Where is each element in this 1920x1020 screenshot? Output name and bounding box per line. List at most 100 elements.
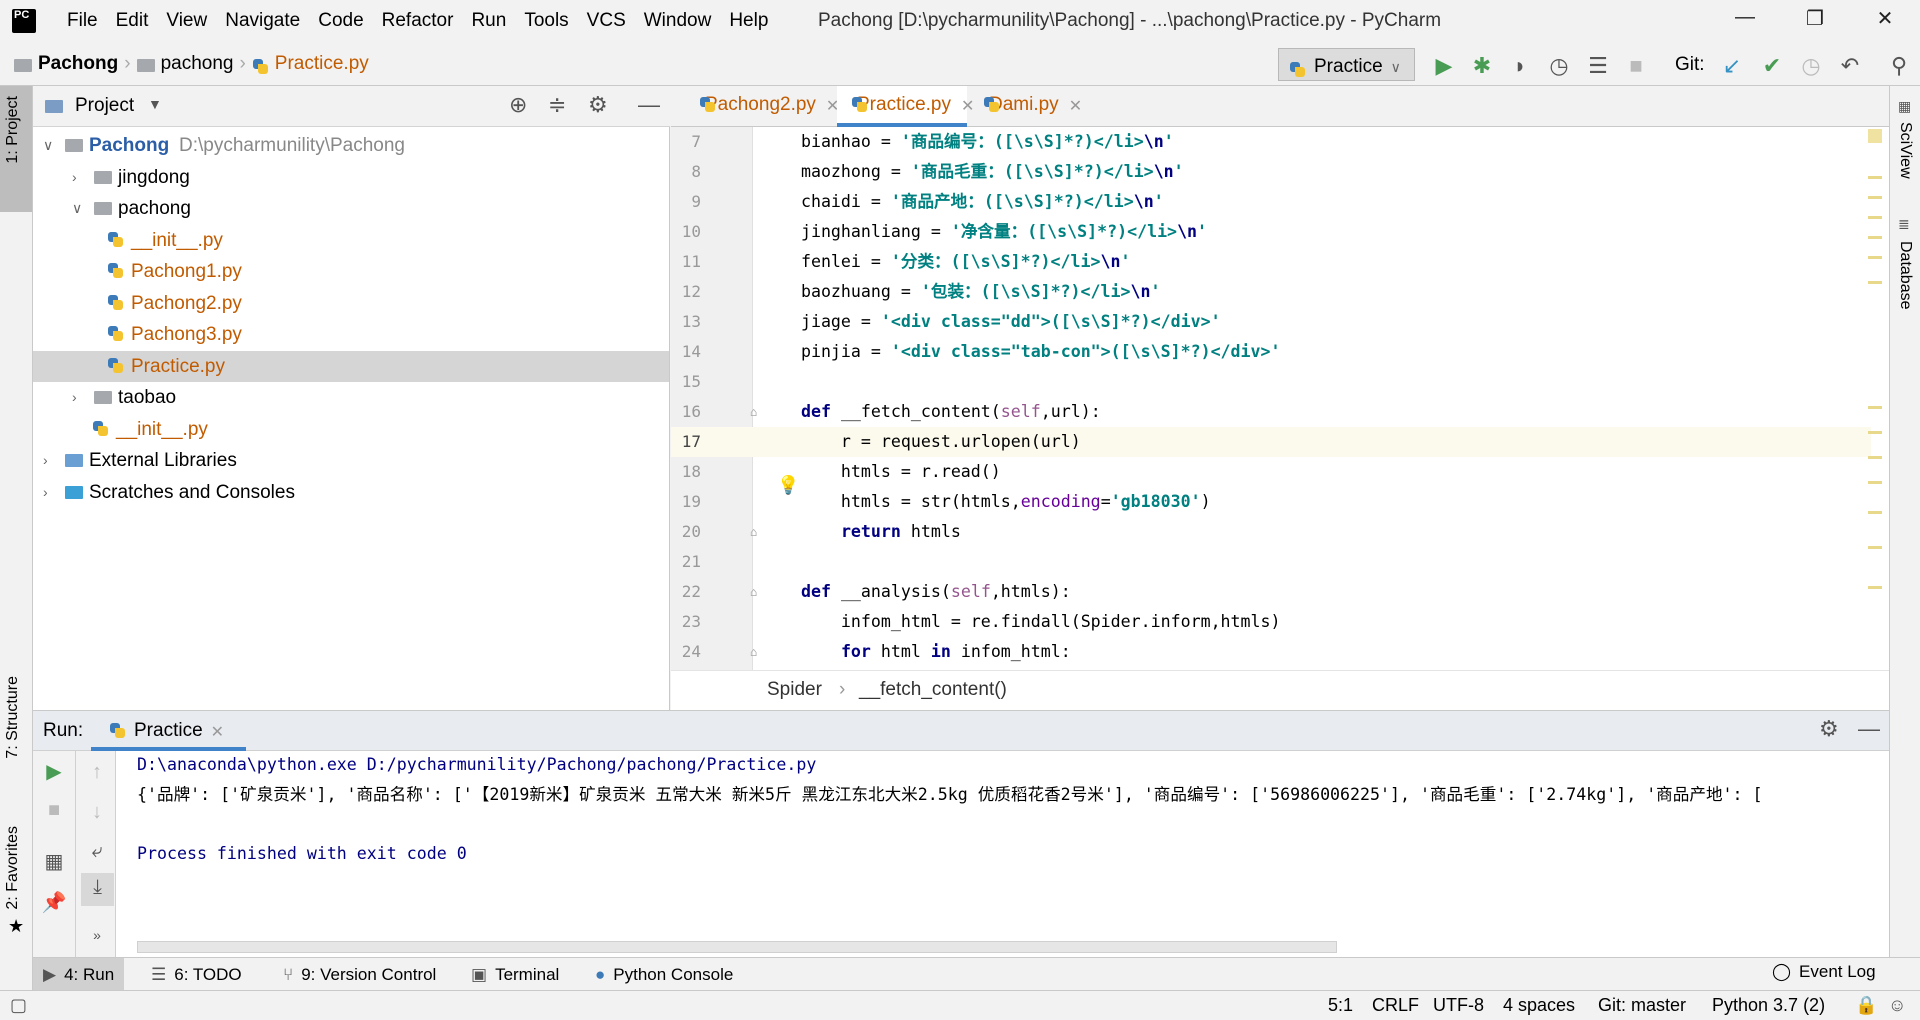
code-line[interactable]: 22 def __analysis(self,htmls): ⌂ xyxy=(671,577,1871,607)
line-separator[interactable]: CRLF xyxy=(1372,995,1419,1016)
code-line[interactable]: 15 xyxy=(671,367,1871,397)
concurrency-icon[interactable]: ☰ xyxy=(1584,52,1612,80)
structure-tool-tab[interactable]: 7: Structure xyxy=(4,676,22,759)
restore-icon[interactable]: ❐ xyxy=(1795,6,1835,36)
lightbulb-icon[interactable]: 💡 xyxy=(777,475,799,496)
fold-icon[interactable]: ⌂ xyxy=(750,517,757,547)
code-line[interactable]: 11 fenlei = '分类：([\s\S]*?)</li>\n' xyxy=(671,247,1871,277)
menu-vcs[interactable]: VCS xyxy=(578,10,635,32)
fold-icon[interactable]: ⌂ xyxy=(750,397,757,427)
pin-icon[interactable]: 📌 xyxy=(40,889,68,917)
code-line[interactable]: 8 maozhong = '商品毛重：([\s\S]*?)</li>\n' xyxy=(671,157,1871,187)
tool-tab--todo[interactable]: ☰ 6: TODO xyxy=(141,958,252,991)
layout-icon[interactable]: ▦ xyxy=(40,848,68,876)
toggle-tool-windows-icon[interactable]: ▢ xyxy=(10,995,27,1016)
chevron-down-icon[interactable]: ∨ xyxy=(72,193,82,224)
code-line[interactable]: 19 htmls = str(htmls,encoding='gb18030') xyxy=(671,487,1871,517)
more-icon[interactable]: » xyxy=(83,921,111,949)
tool-tab--version-control[interactable]: ⑂ 9: Version Control xyxy=(273,958,446,991)
search-icon[interactable]: ⚲ xyxy=(1885,52,1913,80)
chevron-right-icon[interactable]: › xyxy=(72,382,77,413)
scroll-to-end-icon[interactable]: ⤓ xyxy=(81,873,114,906)
profile-icon[interactable]: ◷ xyxy=(1545,52,1573,80)
close-tab-icon[interactable]: ✕ xyxy=(211,722,224,747)
code-line[interactable]: 12 baozhuang = '包装：([\s\S]*?)</li>\n' xyxy=(671,277,1871,307)
code-line[interactable]: 16 def __fetch_content(self,url): ⌂ xyxy=(671,397,1871,427)
tree-item[interactable]: › jingdong xyxy=(33,162,669,193)
collapse-all-icon[interactable]: ≑ xyxy=(548,92,566,118)
chevron-down-icon[interactable]: ∨ xyxy=(43,130,53,161)
history-icon[interactable]: ◷ xyxy=(1797,52,1825,80)
event-log-button[interactable]: ◯ Event Log xyxy=(1772,962,1876,982)
code-line[interactable]: 14 pinjia = '<div class="tab-con">([\s\S… xyxy=(671,337,1871,367)
tree-item[interactable]: › taobao xyxy=(33,382,669,413)
code-line[interactable]: 17 r = request.urlopen(url) xyxy=(671,427,1871,457)
tool-tab-python-console[interactable]: ● Python Console xyxy=(585,958,743,991)
crumb-function[interactable]: __fetch_content() xyxy=(859,679,1007,701)
menu-refactor[interactable]: Refactor xyxy=(373,10,463,32)
chevron-right-icon[interactable]: › xyxy=(43,477,48,508)
tree-item[interactable]: __init__.py xyxy=(33,225,669,256)
python-interpreter[interactable]: Python 3.7 (2) xyxy=(1712,995,1825,1016)
project-view-select[interactable]: Project xyxy=(75,95,134,117)
fold-icon[interactable]: ⌂ xyxy=(750,637,757,667)
git-branch[interactable]: Git: master xyxy=(1598,995,1686,1016)
tree-item[interactable]: ∨ pachong xyxy=(33,193,669,224)
menu-help[interactable]: Help xyxy=(720,10,777,32)
menu-window[interactable]: Window xyxy=(635,10,721,32)
tool-tab-terminal[interactable]: ▣ Terminal xyxy=(461,958,569,991)
code-line[interactable]: 13 jiage = '<div class="dd">([\s\S]*?)</… xyxy=(671,307,1871,337)
sciview-tool-tab[interactable]: SciView xyxy=(1896,122,1914,179)
chevron-down-icon[interactable]: ▼ xyxy=(148,96,162,112)
rollback-icon[interactable]: ↶ xyxy=(1836,52,1864,80)
menu-navigate[interactable]: Navigate xyxy=(216,10,309,32)
chevron-right-icon[interactable]: › xyxy=(72,162,77,193)
tree-item[interactable]: Pachong3.py xyxy=(33,319,669,350)
run-tab-practice[interactable]: Practice ✕ xyxy=(91,711,246,751)
project-tool-tab[interactable]: 1: Project xyxy=(0,86,32,212)
favorites-tool-tab[interactable]: 2: Favorites xyxy=(4,826,22,910)
crumb-folder[interactable]: pachong xyxy=(161,53,234,75)
gear-icon[interactable]: ⚙ xyxy=(588,92,608,118)
crumb-file[interactable]: Practice.py xyxy=(275,53,369,75)
tree-item[interactable]: Pachong1.py xyxy=(33,256,669,287)
code-line[interactable]: 21 xyxy=(671,547,1871,577)
code-line[interactable]: 10 jinghanliang = '净含量：([\s\S]*?)</li>\n… xyxy=(671,217,1871,247)
code-line[interactable]: 18 htmls = r.read() xyxy=(671,457,1871,487)
code-line[interactable]: 23 infom_html = re.findall(Spider.inform… xyxy=(671,607,1871,637)
menu-tools[interactable]: Tools xyxy=(515,10,577,32)
inspection-status-icon[interactable] xyxy=(1868,129,1882,143)
tree-item[interactable]: Practice.py xyxy=(33,350,669,382)
tab-dami-py[interactable]: Dami.py ✕ xyxy=(969,86,1087,127)
coverage-icon[interactable]: ◗ xyxy=(1506,52,1534,80)
lock-icon[interactable]: 🔒 xyxy=(1855,995,1877,1016)
code-line[interactable]: 7 bianhao = '商品编号：([\s\S]*?)</li>\n' xyxy=(671,127,1871,157)
crumb-class[interactable]: Spider xyxy=(767,679,822,701)
down-arrow-icon[interactable]: ↓ xyxy=(83,798,111,826)
tree-item[interactable]: Pachong2.py xyxy=(33,288,669,319)
menu-edit[interactable]: Edit xyxy=(107,10,158,32)
git-update-icon[interactable]: ↙ xyxy=(1718,52,1746,80)
tool-tab--run[interactable]: ▶ 4: Run xyxy=(33,958,125,991)
locate-icon[interactable]: ⊕ xyxy=(509,92,527,118)
stop-icon[interactable]: ■ xyxy=(1622,52,1650,80)
code-line[interactable]: 20 return htmls ⌂ xyxy=(671,517,1871,547)
code-line[interactable]: 9 chaidi = '商品产地：([\s\S]*?)</li>\n' xyxy=(671,187,1871,217)
file-encoding[interactable]: UTF-8 xyxy=(1433,995,1484,1016)
run-icon[interactable]: ▶ xyxy=(1430,52,1458,80)
tab-pachong2-py[interactable]: Pachong2.py ✕ xyxy=(685,86,839,127)
code-area[interactable]: 7 bianhao = '商品编号：([\s\S]*?)</li>\n' 8 ma… xyxy=(671,127,1871,670)
chevron-right-icon[interactable]: › xyxy=(43,445,48,476)
caret-position[interactable]: 5:1 xyxy=(1328,995,1353,1016)
tree-item[interactable]: __init__.py xyxy=(33,414,669,445)
up-arrow-icon[interactable]: ↑ xyxy=(83,758,111,786)
code-line[interactable]: 24 for html in infom_html: ⌂ xyxy=(671,637,1871,667)
tree-item[interactable]: › External Libraries xyxy=(33,445,669,476)
inspector-icon[interactable]: ☺ xyxy=(1888,995,1906,1016)
run-config-select[interactable]: Practice ∨ xyxy=(1278,48,1415,81)
tab-practice-py[interactable]: Practice.py ✕ xyxy=(837,86,974,127)
hide-icon[interactable]: — xyxy=(1858,716,1880,742)
tree-item[interactable]: › Scratches and Consoles xyxy=(33,477,669,508)
debug-icon[interactable]: ✱ xyxy=(1468,52,1496,80)
tree-item[interactable]: ∨ Pachong D:\pycharmunility\Pachong xyxy=(33,130,669,161)
